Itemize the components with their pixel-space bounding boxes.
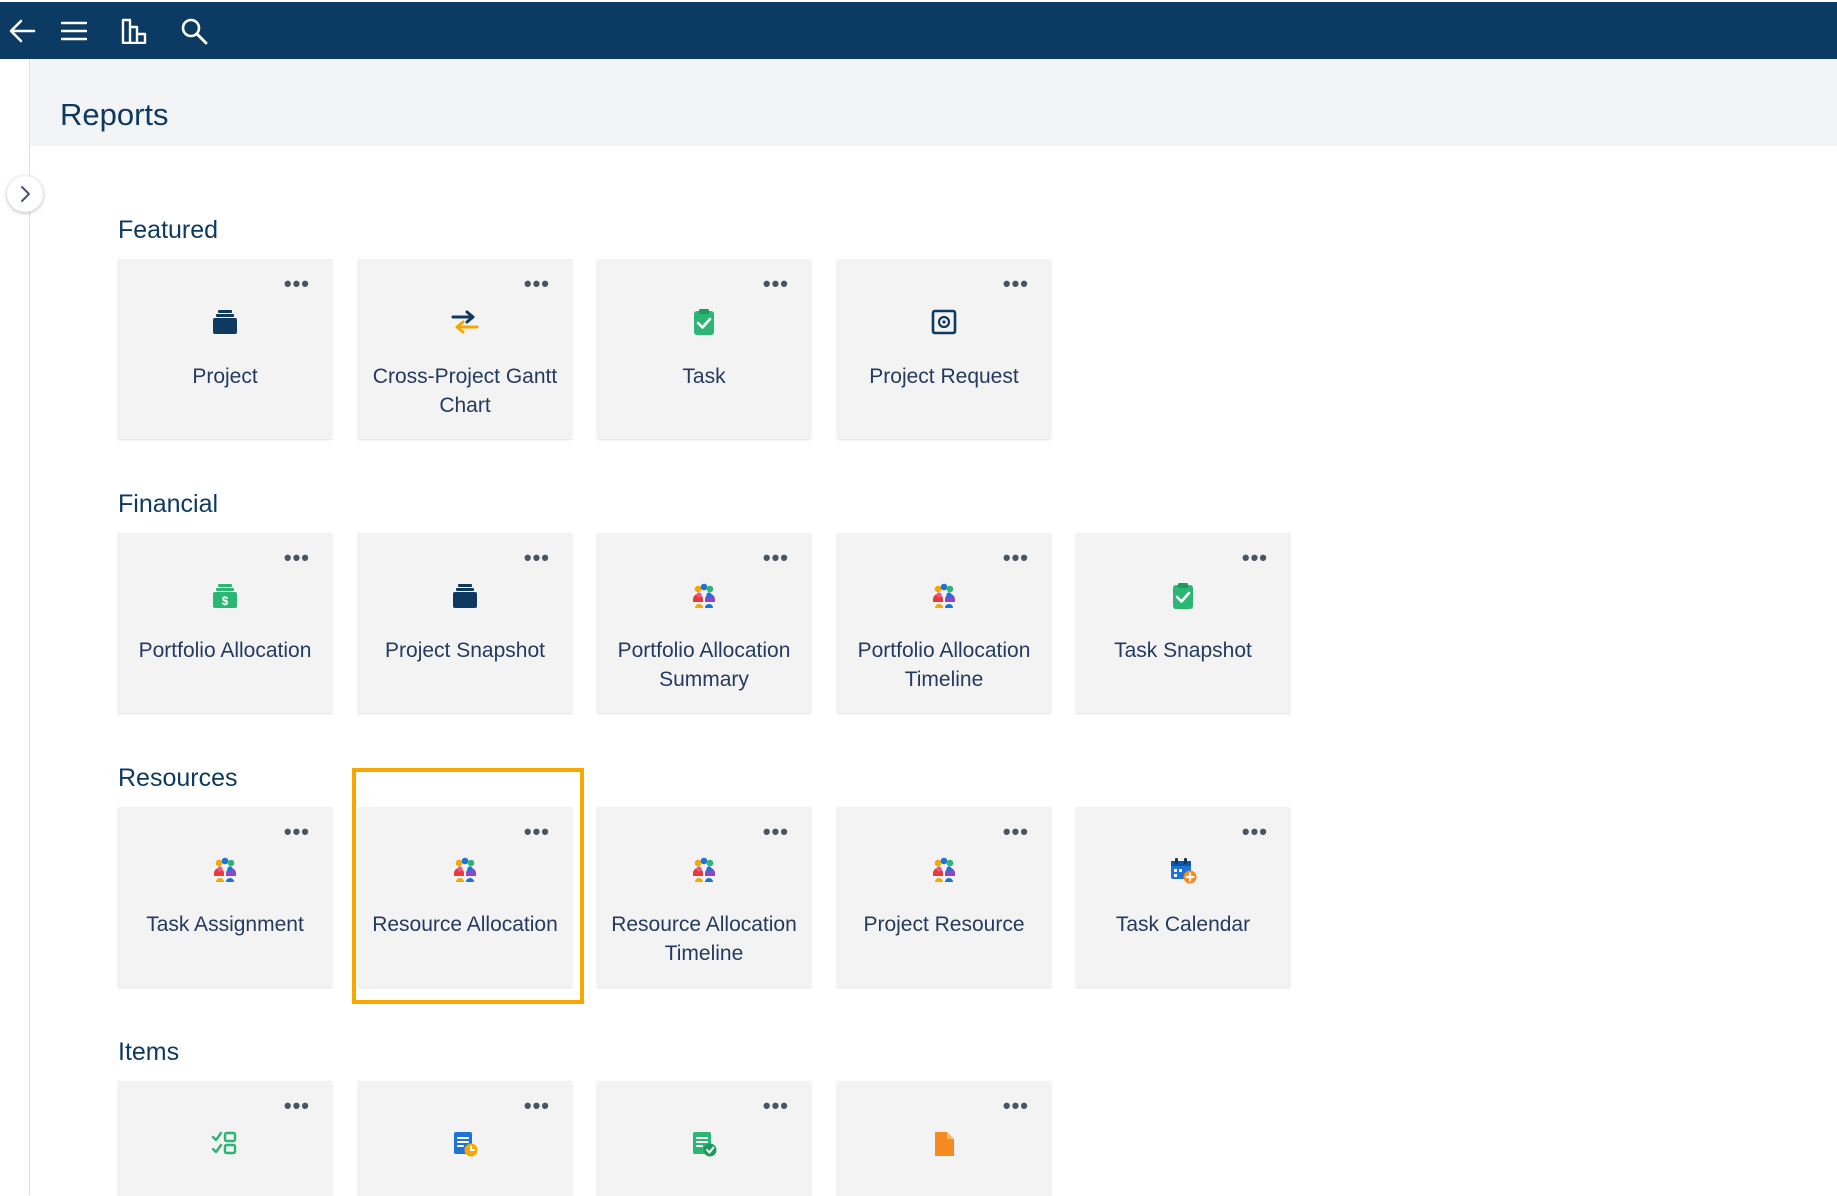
calendar-add-icon	[1168, 855, 1198, 885]
section-title: Resources	[118, 764, 238, 792]
swap-arrows-icon	[450, 307, 480, 337]
file-icon	[929, 1129, 959, 1159]
report-tile-items-3[interactable]: •••	[597, 1081, 811, 1196]
more-options-icon[interactable]: •••	[1003, 273, 1029, 295]
more-options-icon[interactable]: •••	[1003, 821, 1029, 843]
tile-label: Project	[192, 365, 258, 388]
reports-chart-icon	[121, 18, 147, 44]
document-clock-icon	[450, 1129, 480, 1159]
expand-sidebar-button[interactable]	[7, 176, 43, 212]
report-tile-project[interactable]: ••• Project	[118, 259, 332, 439]
more-options-icon[interactable]: •••	[284, 273, 310, 295]
tile-label: Task Calendar	[1115, 913, 1251, 936]
money-briefcase-icon	[210, 581, 240, 611]
report-tile-items-4[interactable]: •••	[837, 1081, 1051, 1196]
tile-label: Portfolio Allocation	[138, 639, 312, 662]
tile-label: Resource Allocation Timeline	[611, 913, 797, 965]
more-options-icon[interactable]: •••	[524, 821, 550, 843]
task-clipboard-icon	[1168, 581, 1198, 611]
briefcase-icon	[450, 581, 480, 611]
tile-label: Project Resource	[863, 913, 1025, 936]
report-tile-items-1[interactable]: •••	[118, 1081, 332, 1196]
report-tile-resource-allocation[interactable]: ••• Resource Allocation	[358, 807, 572, 987]
briefcase-icon	[210, 307, 240, 337]
chevron-right-icon	[21, 186, 30, 202]
people-group-icon	[210, 855, 240, 885]
more-options-icon[interactable]: •••	[284, 547, 310, 569]
tile-label: Project Request	[869, 365, 1019, 388]
report-tile-task[interactable]: ••• Task	[597, 259, 811, 439]
reports-button[interactable]	[104, 2, 164, 59]
report-tile-task-assignment[interactable]: ••• Task Assignment	[118, 807, 332, 987]
back-button[interactable]	[0, 2, 44, 59]
search-icon	[181, 18, 208, 44]
report-tile-cross-project-gantt-chart[interactable]: ••• Cross-Project Gantt Chart	[358, 259, 572, 439]
more-options-icon[interactable]: •••	[284, 1095, 310, 1117]
report-tile-project-request[interactable]: ••• Project Request	[837, 259, 1051, 439]
page-header: Reports	[30, 59, 1837, 146]
more-options-icon[interactable]: •••	[524, 547, 550, 569]
top-bar	[0, 2, 1837, 59]
more-options-icon[interactable]: •••	[763, 1095, 789, 1117]
more-options-icon[interactable]: •••	[763, 821, 789, 843]
more-options-icon[interactable]: •••	[1003, 547, 1029, 569]
more-options-icon[interactable]: •••	[1242, 821, 1268, 843]
report-tile-resource-allocation-timeline[interactable]: ••• Resource Allocation Timeline	[597, 807, 811, 987]
more-options-icon[interactable]: •••	[524, 1095, 550, 1117]
tile-label: Portfolio Allocation Timeline	[857, 639, 1031, 691]
people-group-icon	[689, 581, 719, 611]
people-group-icon	[929, 855, 959, 885]
more-options-icon[interactable]: •••	[284, 821, 310, 843]
more-options-icon[interactable]: •••	[1003, 1095, 1029, 1117]
back-arrow-icon	[9, 19, 36, 42]
checklist-icon	[210, 1129, 240, 1159]
more-options-icon[interactable]: •••	[1242, 547, 1268, 569]
report-tile-task-snapshot[interactable]: ••• Task Snapshot	[1076, 533, 1290, 713]
section-title: Featured	[118, 216, 219, 244]
tile-label: Project Snapshot	[385, 639, 545, 662]
tile-label: Portfolio Allocation Summary	[617, 639, 791, 691]
report-tile-items-2[interactable]: •••	[358, 1081, 572, 1196]
report-tile-portfolio-allocation-timeline[interactable]: ••• Portfolio Allocation Timeline	[837, 533, 1051, 713]
people-group-icon	[929, 581, 959, 611]
tile-label: Resource Allocation	[372, 913, 558, 936]
more-options-icon[interactable]: •••	[763, 273, 789, 295]
side-rail	[0, 59, 30, 1195]
more-options-icon[interactable]: •••	[763, 547, 789, 569]
report-tile-project-snapshot[interactable]: ••• Project Snapshot	[358, 533, 572, 713]
report-tile-project-resource[interactable]: ••• Project Resource	[837, 807, 1051, 987]
page-title: Reports	[60, 97, 169, 132]
tile-label: Task Snapshot	[1114, 639, 1252, 662]
report-tile-portfolio-allocation-summary[interactable]: ••• Portfolio Allocation Summary	[597, 533, 811, 713]
people-group-icon	[689, 855, 719, 885]
tile-label: Task Assignment	[146, 913, 304, 936]
section-title: Items	[118, 1038, 180, 1066]
people-group-icon	[450, 855, 480, 885]
document-check-icon	[689, 1129, 719, 1159]
menu-icon	[61, 21, 87, 40]
tile-label: Cross-Project Gantt Chart	[372, 365, 558, 417]
menu-button[interactable]	[44, 2, 104, 59]
report-tile-task-calendar[interactable]: ••• Task Calendar	[1076, 807, 1290, 987]
task-clipboard-icon	[689, 307, 719, 337]
search-button[interactable]	[164, 2, 224, 59]
safe-icon	[929, 307, 959, 337]
report-tile-portfolio-allocation[interactable]: ••• Portfolio Allocation	[118, 533, 332, 713]
tile-label: Task	[682, 365, 726, 388]
more-options-icon[interactable]: •••	[524, 273, 550, 295]
section-title: Financial	[118, 490, 219, 518]
